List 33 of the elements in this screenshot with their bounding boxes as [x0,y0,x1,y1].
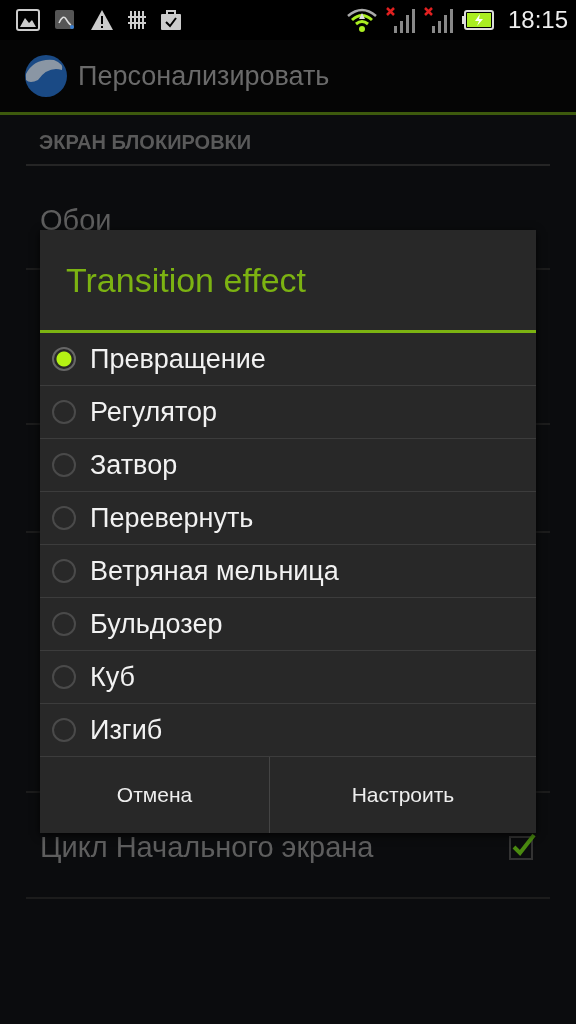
option-item[interactable]: Бульдозер [40,598,536,651]
screen-title: Персонализировать [78,60,330,92]
dialog-button[interactable]: Настроить [269,757,536,833]
radio-button[interactable] [52,718,76,742]
radio-button[interactable] [52,612,76,636]
section-header: ЭКРАН БЛОКИРОВКИ [26,115,550,166]
option-item[interactable]: Перевернуть [40,492,536,545]
no-signal-icon [385,6,416,34]
option-item[interactable]: Превращение [40,333,536,386]
no-signal-icon [423,6,454,34]
radio-button[interactable] [52,453,76,477]
dialog-title: Transition effect [40,230,536,333]
dialog-button[interactable]: Отмена [40,757,269,833]
option-item[interactable]: Ветряная мельница [40,545,536,598]
pen-app-icon [54,9,76,31]
option-item[interactable]: Затвор [40,439,536,492]
picture-icon [16,9,40,31]
app-logo-icon [24,54,68,98]
radio-button[interactable] [52,506,76,530]
radio-button[interactable] [52,559,76,583]
battery-charging-icon [461,10,494,30]
grid-icon [128,9,146,31]
radio-button[interactable] [52,347,76,371]
shopping-bag-icon [160,9,182,31]
setting-label: Цикл Начального экрана [40,830,374,864]
radio-button[interactable] [52,665,76,689]
option-item[interactable]: Регулятор [40,386,536,439]
wifi-icon [345,7,378,33]
radio-button[interactable] [52,400,76,424]
option-item[interactable]: Куб [40,651,536,704]
warning-icon [90,9,114,31]
checkbox[interactable] [508,833,536,861]
clock-time: 18:15 [507,6,568,34]
